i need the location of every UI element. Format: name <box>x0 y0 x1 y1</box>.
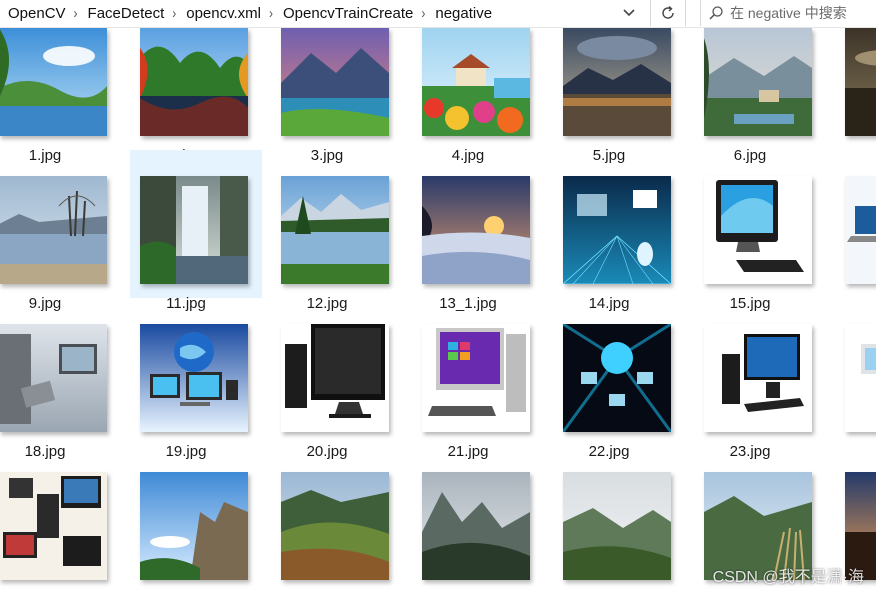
file-thumbnail-3-jpg[interactable] <box>281 28 389 136</box>
file-item[interactable] <box>835 298 876 446</box>
file-thumbnail-22-jpg[interactable] <box>563 324 671 432</box>
file-thumbnail-12-jpg[interactable] <box>281 176 389 284</box>
chevron-right-icon[interactable]: › <box>267 5 275 22</box>
search-input[interactable] <box>730 5 876 21</box>
chevron-right-icon[interactable]: › <box>419 5 427 22</box>
file-thumbnail-1-jpg[interactable] <box>0 28 107 136</box>
file-thumbnail-computers-collage[interactable] <box>0 472 107 580</box>
refresh-icon <box>662 5 674 19</box>
breadcrumb: OpenCV › FaceDetect › opencv.xml › Openc… <box>0 0 646 26</box>
file-thumbnail-white-pc[interactable] <box>845 324 876 432</box>
file-item[interactable]: 1.jpg <box>0 28 121 164</box>
file-thumbnail-dark-landscape[interactable] <box>845 28 876 136</box>
search-icon <box>701 5 730 21</box>
file-item[interactable]: 5.jpg <box>553 28 685 164</box>
file-item[interactable]: 15.jpg <box>694 150 826 312</box>
breadcrumb-item-opencv[interactable]: OpenCV <box>0 5 72 22</box>
file-thumbnail-23-jpg[interactable] <box>704 324 812 432</box>
file-thumbnail-2-jpg[interactable] <box>140 28 248 136</box>
file-thumbnail-misty-mountains[interactable] <box>422 472 530 580</box>
file-item[interactable]: 6.jpg <box>694 28 826 164</box>
file-item[interactable]: 11.jpg <box>130 150 262 312</box>
chevron-down-icon <box>623 9 635 17</box>
address-bar: OpenCV › FaceDetect › opencv.xml › Openc… <box>0 0 876 28</box>
file-thumbnail-laptop-blue[interactable] <box>845 176 876 284</box>
chevron-right-icon[interactable]: › <box>170 5 178 22</box>
file-item[interactable]: 23.jpg <box>694 298 826 460</box>
file-item[interactable]: 14.jpg <box>553 150 685 312</box>
file-item[interactable] <box>130 446 262 594</box>
file-item[interactable]: 21.jpg <box>412 298 544 460</box>
file-item[interactable]: 13_1.jpg <box>412 150 544 312</box>
file-item[interactable]: 12.jpg <box>271 150 403 312</box>
address-dropdown-button[interactable] <box>612 0 646 26</box>
file-thumbnail-9-jpg[interactable] <box>0 176 107 284</box>
file-item[interactable] <box>412 446 544 594</box>
file-thumbnail-green-hills[interactable] <box>281 472 389 580</box>
file-thumbnail-19-jpg[interactable] <box>140 324 248 432</box>
watermark-text: CSDN @我不是潇·海 <box>712 569 864 586</box>
file-item[interactable] <box>271 446 403 594</box>
breadcrumb-item-opencvtraincreate[interactable]: OpencvTrainCreate <box>275 5 419 22</box>
file-thumbnail-cliff-sky[interactable] <box>140 472 248 580</box>
refresh-button[interactable] <box>650 0 686 26</box>
file-thumbnail-21-jpg[interactable] <box>422 324 530 432</box>
file-thumbnail-cloudy-valley[interactable] <box>563 472 671 580</box>
file-item[interactable]: 19.jpg <box>130 298 262 460</box>
file-grid: 1.jpg2.jpg3.jpg4.jpg5.jpg6.jpg 9.jpg11.jp… <box>0 28 876 597</box>
file-item[interactable] <box>553 446 685 594</box>
file-item[interactable]: 2.jpg <box>130 28 262 164</box>
file-item[interactable]: 22.jpg <box>553 298 685 460</box>
file-item[interactable]: 20.jpg <box>271 298 403 460</box>
file-thumbnail-13_1-jpg[interactable] <box>422 176 530 284</box>
chevron-right-icon[interactable]: › <box>72 5 80 22</box>
breadcrumb-item-facedetect[interactable]: FaceDetect <box>80 5 171 22</box>
file-thumbnail-6-jpg[interactable] <box>704 28 812 136</box>
file-thumbnail-11-jpg[interactable] <box>140 176 248 284</box>
file-item[interactable]: 4.jpg <box>412 28 544 164</box>
file-item[interactable]: 18.jpg <box>0 298 121 460</box>
file-thumbnail-20-jpg[interactable] <box>281 324 389 432</box>
file-thumbnail-4-jpg[interactable] <box>422 28 530 136</box>
breadcrumb-item-negative[interactable]: negative <box>427 5 498 22</box>
file-thumbnail-5-jpg[interactable] <box>563 28 671 136</box>
search-box[interactable] <box>700 0 876 26</box>
file-item[interactable]: 9.jpg <box>0 150 121 312</box>
file-thumbnail-18-jpg[interactable] <box>0 324 107 432</box>
file-thumbnail-14-jpg[interactable] <box>563 176 671 284</box>
breadcrumb-item-opencv-xml[interactable]: opencv.xml <box>178 5 267 22</box>
file-thumbnail-15-jpg[interactable] <box>704 176 812 284</box>
file-item[interactable] <box>0 446 121 594</box>
file-item[interactable] <box>835 150 876 298</box>
file-item[interactable]: 3.jpg <box>271 28 403 164</box>
file-item[interactable] <box>835 28 876 150</box>
